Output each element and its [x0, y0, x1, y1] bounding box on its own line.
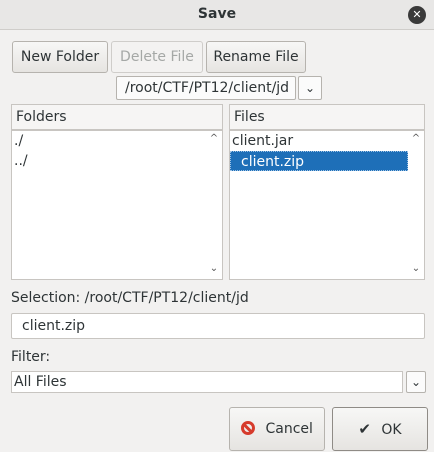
scroll-up-icon[interactable]: ^	[410, 133, 422, 144]
chevron-down-icon[interactable]: ⌄	[406, 371, 426, 393]
rename-file-label: Rename File	[213, 49, 299, 65]
scroll-down-icon[interactable]: ⌄	[208, 263, 220, 274]
ok-button[interactable]: ✔ OK	[332, 407, 428, 451]
path-combo[interactable]: /root/CTF/PT12/client/jd	[116, 76, 296, 100]
files-header: Files	[229, 104, 425, 130]
filename-field[interactable]: client.zip	[11, 313, 425, 339]
ok-label: OK	[381, 422, 402, 438]
dialog-title: Save	[197, 6, 237, 22]
folders-list[interactable]: ./ ../ ^ ⌄	[11, 130, 223, 280]
close-icon[interactable]: ✕	[408, 6, 426, 24]
cancel-label: Cancel	[265, 421, 313, 437]
list-item[interactable]: ./	[12, 131, 222, 151]
delete-file-label: Delete File	[120, 49, 194, 65]
list-item-selected[interactable]: client.zip	[230, 151, 408, 171]
cancel-button[interactable]: Cancel	[229, 407, 325, 451]
scroll-up-icon[interactable]: ^	[208, 133, 220, 144]
checkmark-icon: ✔	[358, 420, 371, 438]
new-folder-button[interactable]: New Folder	[12, 41, 108, 73]
new-folder-label: New Folder	[20, 49, 100, 65]
list-item[interactable]: ../	[12, 151, 222, 171]
filter-label: Filter:	[11, 349, 51, 365]
rename-file-button[interactable]: Rename File	[206, 41, 306, 73]
chevron-down-icon[interactable]: ⌄	[298, 76, 322, 100]
filter-select[interactable]: All Files	[11, 371, 403, 393]
cancel-icon	[241, 421, 256, 435]
folders-header: Folders	[11, 104, 223, 130]
scroll-down-icon[interactable]: ⌄	[410, 263, 422, 274]
selection-label: Selection: /root/CTF/PT12/client/jd	[11, 290, 249, 306]
delete-file-button[interactable]: Delete File	[111, 41, 203, 73]
list-item[interactable]: client.jar	[230, 131, 424, 151]
files-list[interactable]: client.jar client.zip ^ ⌄	[229, 130, 425, 280]
